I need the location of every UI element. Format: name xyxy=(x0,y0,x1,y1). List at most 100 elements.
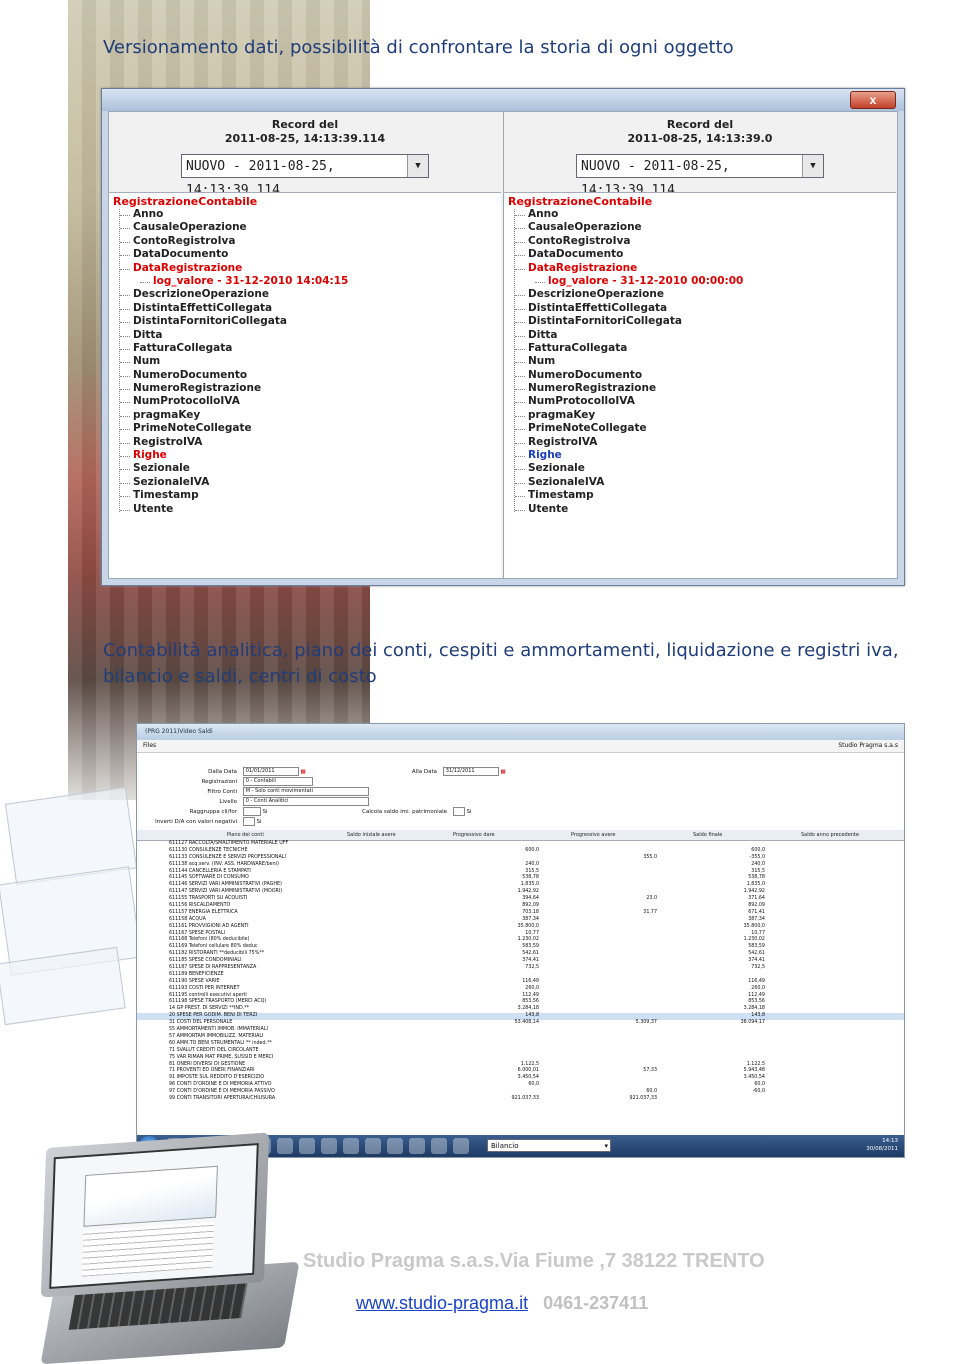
tree-node[interactable]: Utente xyxy=(109,503,348,516)
tree-node[interactable]: NumeroRegistrazione xyxy=(109,382,348,395)
tree-node[interactable]: RegistroIVA xyxy=(504,436,743,449)
table-row[interactable]: 611193 COSTI PER INTERNET 260,0 260,0 xyxy=(137,986,904,993)
app-icon[interactable] xyxy=(409,1138,425,1154)
column-header[interactable]: Progressivo avere xyxy=(571,832,615,838)
checkbox[interactable] xyxy=(242,817,255,826)
table-row[interactable]: 75 VAR RIMAN MAT PRIME, SUSSID E MERCI xyxy=(137,1055,904,1062)
table-row[interactable]: 611127 RACCOLTA/SMALTIMENTO MATERIALE UF… xyxy=(137,841,904,848)
table-row[interactable]: 611187 SPESE DI RAPPRESENTANZA 732,5 732,5 xyxy=(137,965,904,972)
tree-node[interactable]: DataDocumento xyxy=(504,248,743,261)
table-row[interactable]: 611190 SPESE VARIE 116,49 116,49 xyxy=(137,979,904,986)
app-icon[interactable] xyxy=(299,1138,315,1154)
tree-node[interactable]: Anno xyxy=(504,208,743,221)
calendar-icon[interactable]: ▦ xyxy=(301,769,306,775)
table-row[interactable]: 611189 BENEFICIENZE xyxy=(137,972,904,979)
column-header[interactable]: Saldo finale xyxy=(693,832,722,838)
app-icon[interactable] xyxy=(387,1138,403,1154)
checkbox[interactable] xyxy=(452,807,465,816)
tree-node[interactable]: DataRegistrazione xyxy=(504,262,743,275)
tree-node[interactable]: NumeroRegistrazione xyxy=(504,382,743,395)
menu-files[interactable]: Files xyxy=(143,742,156,749)
table-row[interactable]: 611161 PROVVIGIONI AD AGENTI 35.800,0 35.8… xyxy=(137,924,904,931)
tree-node[interactable]: DescrizioneOperazione xyxy=(504,288,743,301)
tree-node[interactable]: DataRegistrazione xyxy=(109,262,348,275)
gear-icon[interactable] xyxy=(453,1138,469,1154)
date-field[interactable]: 31/12/2011 xyxy=(442,767,499,776)
date-field[interactable]: 01/01/2011 xyxy=(242,767,299,776)
tree-root[interactable]: RegistrazioneContabile xyxy=(508,195,652,208)
tree-node[interactable]: DistintaFornitoriCollegata xyxy=(504,315,743,328)
select-field[interactable]: 0 - Conti Analitici xyxy=(242,797,369,806)
table-row[interactable]: 97 CONTI D'ORDINE E DI MEMORIA PASSIVO 60… xyxy=(137,1089,904,1096)
tree-node[interactable]: Timestamp xyxy=(504,489,743,502)
chevron-down-icon[interactable]: ▼ xyxy=(407,155,428,177)
tree-node[interactable]: Righe xyxy=(504,449,743,462)
table-row[interactable]: 611155 TRASPORTI SU ACQUISTI 394,64 23,0 37… xyxy=(137,896,904,903)
table-row[interactable]: 57 AMMORTAM IMMOBILIZZ. MATERIALI xyxy=(137,1034,904,1041)
tree-node[interactable]: NumProtocolloIVA xyxy=(109,395,348,408)
tree-node[interactable]: PrimeNoteCollegate xyxy=(109,422,348,435)
tree-node[interactable]: Num xyxy=(504,355,743,368)
table-row[interactable]: 611185 SPESE CONDOMINIALI 374,41 374,41 xyxy=(137,958,904,965)
tree-node[interactable]: FatturaCollegata xyxy=(504,342,743,355)
column-header[interactable]: Progressivo dare xyxy=(453,832,495,838)
app-icon[interactable] xyxy=(365,1138,381,1154)
chevron-down-icon[interactable]: ▼ xyxy=(802,155,823,177)
close-button[interactable]: x xyxy=(850,91,896,109)
report-select[interactable]: Bilancio xyxy=(487,1139,611,1153)
table-row[interactable]: 611156 RISCALDAMENTO 892,09 892,09 xyxy=(137,903,904,910)
table-row[interactable]: 611147 SERVIZI VARI AMMINISTRATIVI (MOOR… xyxy=(137,889,904,896)
tree-node[interactable]: SezionaleIVA xyxy=(504,476,743,489)
tree-node[interactable]: DistintaEffettiCollegata xyxy=(109,302,348,315)
left-version-combo[interactable]: NUOVO - 2011-08-25, 14:13:39.114 ▼ xyxy=(181,154,429,198)
table-row[interactable]: 611130 CONSULENZE TECNICHE 600,0 600,0 xyxy=(137,848,904,855)
checkbox[interactable] xyxy=(242,807,261,816)
app-icon[interactable] xyxy=(431,1138,447,1154)
tree-node[interactable]: DistintaEffettiCollegata xyxy=(504,302,743,315)
tree-node[interactable]: Utente xyxy=(504,503,743,516)
tree-node[interactable]: DistintaFornitoriCollegata xyxy=(109,315,348,328)
tree-node[interactable]: DataDocumento xyxy=(109,248,348,261)
tree-node[interactable]: RegistroIVA xyxy=(109,436,348,449)
tree-node[interactable]: Num xyxy=(109,355,348,368)
tree-node[interactable]: PrimeNoteCollegate xyxy=(504,422,743,435)
tree-node[interactable]: Sezionale xyxy=(109,462,348,475)
tree-node[interactable]: Ditta xyxy=(504,329,743,342)
tree-node[interactable]: Ditta xyxy=(109,329,348,342)
select-field[interactable]: M - Solo conti movimentati xyxy=(242,787,369,796)
tree-node[interactable]: ContoRegistroIva xyxy=(504,235,743,248)
app-icon[interactable] xyxy=(343,1138,359,1154)
table-row[interactable]: 55 AMMORTAMENTI IMMOB. IMMATERIALI xyxy=(137,1027,904,1034)
tree-node[interactable]: NumeroDocumento xyxy=(109,369,348,382)
tree-node[interactable]: Sezionale xyxy=(504,462,743,475)
table-row[interactable]: 611157 ENERGIA ELETTRICA 703,18 31,77 671,4… xyxy=(137,910,904,917)
table-row[interactable]: 611158 ACQUA 387,34 387,34 xyxy=(137,917,904,924)
tree-node[interactable]: FatturaCollegata xyxy=(109,342,348,355)
table-row[interactable]: 611182 RISTORANTI **deducibili 75%** 542,… xyxy=(137,951,904,958)
tree-node[interactable]: pragmaKey xyxy=(109,409,348,422)
table-row[interactable]: 611133 CONSULENZE E SERVIZI PROFESSIONAL… xyxy=(137,855,904,862)
tree-node[interactable]: NumeroDocumento xyxy=(504,369,743,382)
tree-node[interactable]: ContoRegistroIva xyxy=(109,235,348,248)
column-header[interactable]: Saldo iniziale avere xyxy=(347,832,396,838)
tree-node[interactable]: Timestamp xyxy=(109,489,348,502)
column-header[interactable]: Piano dei conti xyxy=(227,832,264,838)
right-version-combo[interactable]: NUOVO - 2011-08-25, 14:13:39.114 ▼ xyxy=(576,154,824,198)
table-row[interactable]: 611138 acq.serv. (INV. ASS. HARDWARE/ben… xyxy=(137,862,904,869)
tree-root[interactable]: RegistrazioneContabile xyxy=(113,195,257,208)
app-icon[interactable] xyxy=(321,1138,337,1154)
tree-node[interactable]: NumProtocolloIVA xyxy=(504,395,743,408)
table-row[interactable]: 99 CONTI TRANSITORI APERTURA/CHIUSURA 921… xyxy=(137,1096,904,1103)
tree-node[interactable]: Anno xyxy=(109,208,348,221)
table-row[interactable]: 611144 CANCELLERIA E STAMPATI 315,5 315,5 xyxy=(137,869,904,876)
column-header[interactable]: Saldo anno precedente xyxy=(801,832,859,838)
table-row[interactable]: 71 SVALUT CREDITI DEL CIRCOLANTE xyxy=(137,1048,904,1055)
tree-node[interactable]: pragmaKey xyxy=(504,409,743,422)
tree-node[interactable]: log_valore - 31-12-2010 14:04:15 xyxy=(109,275,348,288)
tree-node[interactable]: DescrizioneOperazione xyxy=(109,288,348,301)
calendar-icon[interactable]: ▦ xyxy=(501,769,506,775)
select-field[interactable]: 0 - Contabili xyxy=(242,777,313,786)
website-link[interactable]: www.studio-pragma.it xyxy=(356,1293,528,1313)
table-row[interactable]: 60 AMM.TO BENI STRUMENTALI ** inded.** xyxy=(137,1041,904,1048)
tree-node[interactable]: CausaleOperazione xyxy=(109,221,348,234)
